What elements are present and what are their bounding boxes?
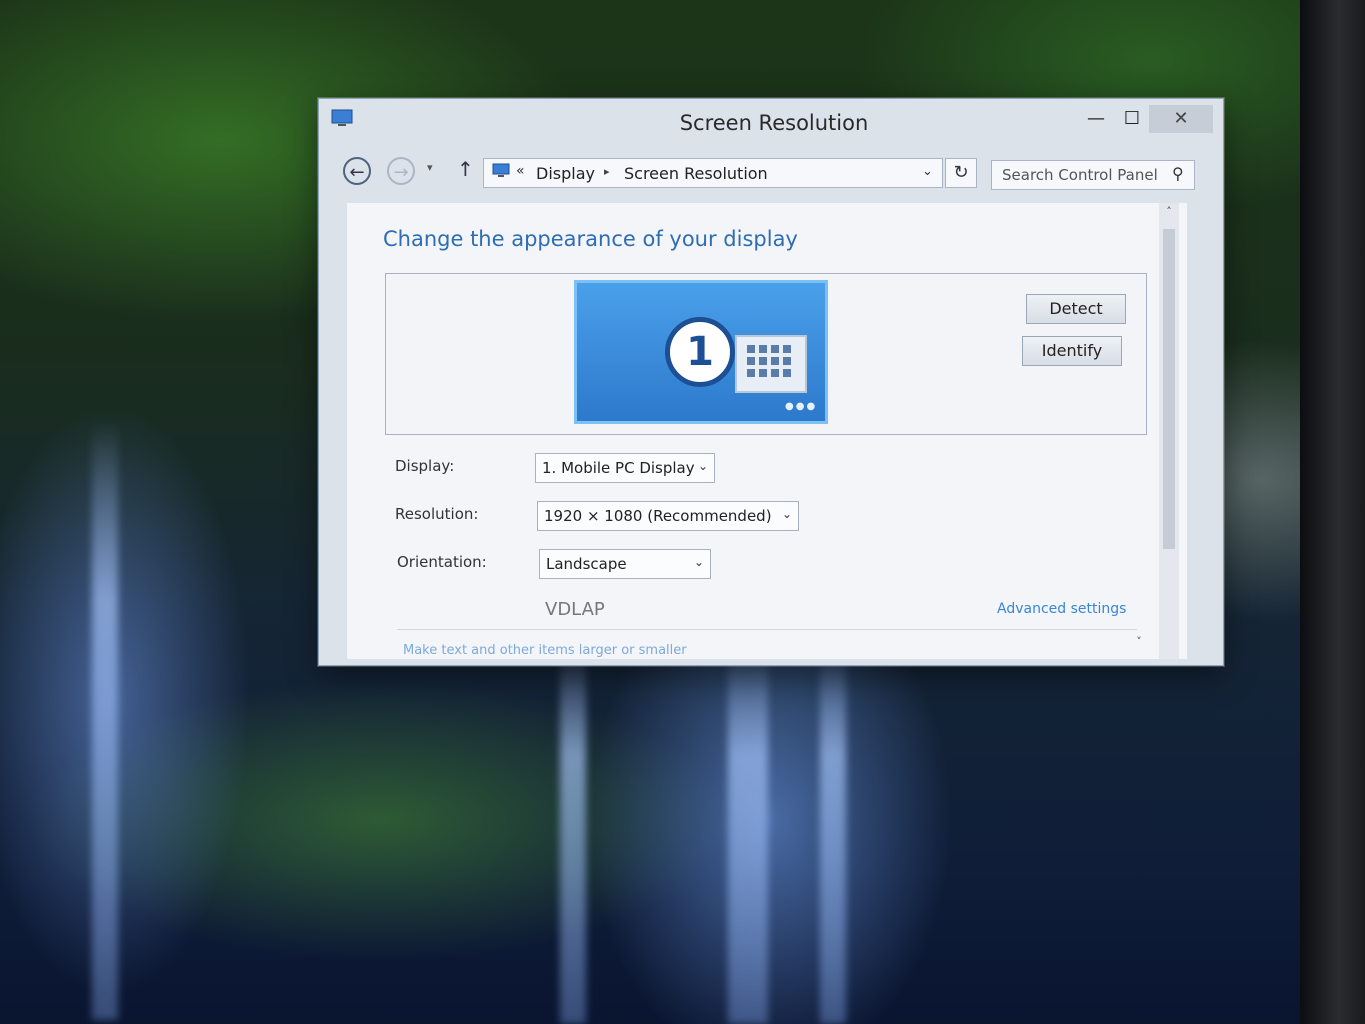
minimize-button[interactable]: — — [1081, 105, 1111, 133]
up-button[interactable]: ↑ — [457, 157, 474, 181]
machine-name: VDLAP — [545, 599, 605, 620]
wallpaper-waterfall — [560, 640, 586, 1024]
scroll-down-button[interactable]: ˅ — [1131, 635, 1147, 648]
monitor-number-badge: 1 — [665, 317, 735, 387]
detect-button[interactable]: Detect — [1026, 294, 1126, 324]
content-pane: Change the appearance of your display 1 … — [347, 203, 1187, 659]
display-value: 1. Mobile PC Display — [542, 459, 695, 477]
wallpaper-waterfall — [820, 640, 846, 1024]
search-placeholder: Search Control Panel — [1002, 166, 1158, 184]
start-grid-icon — [735, 335, 807, 393]
text-size-link[interactable]: Make text and other items larger or smal… — [403, 643, 687, 658]
recent-pages-dropdown[interactable]: ▾ — [427, 161, 433, 174]
monitor-bezel — [1300, 0, 1365, 1024]
resolution-label: Resolution: — [395, 505, 479, 523]
wallpaper-waterfall — [92, 420, 118, 1020]
screen-resolution-window: Screen Resolution — ☐ ✕ ← → ▾ ↑ « Displa… — [318, 98, 1224, 666]
back-button[interactable]: ← — [343, 157, 371, 185]
display-label: Display: — [395, 457, 455, 475]
control-panel-icon — [331, 109, 353, 126]
resolution-value: 1920 × 1080 (Recommended) — [544, 507, 772, 525]
orientation-value: Landscape — [546, 555, 627, 573]
window-title: Screen Resolution — [679, 111, 869, 135]
search-input[interactable]: Search Control Panel ⚲ — [991, 160, 1195, 190]
navigation-bar: ← → ▾ ↑ « Display ▸ Screen Resolution ⌄ … — [329, 155, 1209, 193]
chevron-down-icon: ⌄ — [781, 507, 792, 521]
orientation-label: Orientation: — [397, 553, 487, 571]
scroll-up-button[interactable]: ˄ — [1161, 205, 1177, 223]
page-heading: Change the appearance of your display — [383, 227, 798, 251]
vertical-scrollbar[interactable]: ˄ ˅ — [1136, 203, 1179, 659]
chevron-down-icon: ⌄ — [693, 555, 704, 569]
advanced-settings-link[interactable]: Advanced settings — [997, 601, 1126, 617]
close-button[interactable]: ✕ — [1149, 105, 1213, 133]
wallpaper-waterfall — [728, 640, 768, 1024]
monitor-dots: ●●● — [785, 401, 818, 412]
maximize-button[interactable]: ☐ — [1117, 105, 1147, 133]
breadcrumb-overflow[interactable]: « — [516, 163, 525, 179]
breadcrumb-screen-resolution[interactable]: Screen Resolution — [624, 164, 768, 183]
chevron-down-icon[interactable]: ⌄ — [922, 164, 933, 179]
breadcrumb-display[interactable]: Display — [536, 164, 595, 183]
display-dropdown[interactable]: 1. Mobile PC Display ⌄ — [535, 453, 715, 483]
identify-button[interactable]: Identify — [1022, 336, 1122, 366]
orientation-dropdown[interactable]: Landscape ⌄ — [539, 549, 711, 579]
address-bar[interactable]: « Display ▸ Screen Resolution ⌄ — [483, 158, 943, 188]
divider — [397, 629, 1137, 630]
forward-button[interactable]: → — [387, 157, 415, 185]
chevron-down-icon: ⌄ — [697, 459, 708, 473]
refresh-button[interactable]: ↻ — [945, 158, 977, 188]
chevron-right-icon[interactable]: ▸ — [604, 165, 610, 178]
display-preview-area: 1 ●●● Detect Identify — [385, 273, 1147, 435]
title-bar[interactable]: Screen Resolution — ☐ ✕ — [319, 99, 1223, 151]
scroll-thumb[interactable] — [1163, 229, 1175, 549]
search-icon[interactable]: ⚲ — [1172, 164, 1184, 183]
resolution-dropdown[interactable]: 1920 × 1080 (Recommended) ⌄ — [537, 501, 799, 531]
control-panel-icon — [492, 163, 510, 177]
monitor-1-thumbnail[interactable]: 1 ●●● — [574, 280, 828, 424]
